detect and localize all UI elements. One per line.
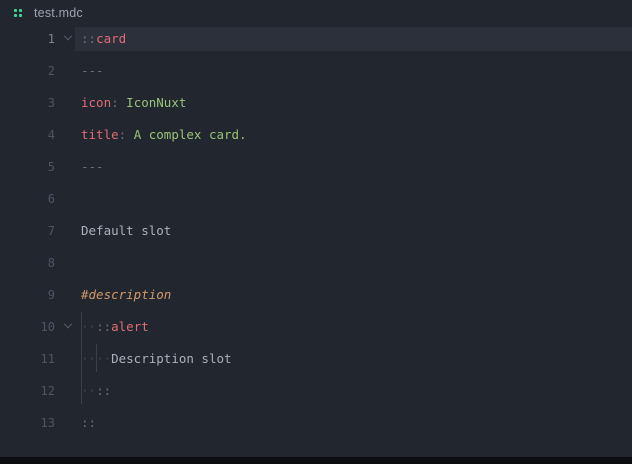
line-number[interactable]: 2 (0, 55, 55, 87)
chevron-down-icon (63, 31, 73, 41)
line-content[interactable]: ··::alert (81, 311, 632, 343)
line-number[interactable]: 6 (0, 183, 55, 215)
indent-guide (96, 344, 97, 372)
code-token: --- (81, 63, 104, 78)
line-number[interactable]: 9 (0, 279, 55, 311)
code-token: IconNuxt (118, 95, 187, 110)
code-line[interactable]: 9 #description (0, 279, 632, 311)
code-token: Default slot (81, 223, 172, 238)
code-line[interactable]: 2 --- (0, 55, 632, 87)
line-number[interactable]: 10 (0, 311, 55, 343)
line-number[interactable]: 8 (0, 247, 55, 279)
line-content[interactable]: ····Description slot (81, 343, 632, 375)
chevron-slot (55, 407, 81, 439)
whitespace-dots: ·· (81, 383, 97, 398)
fold-chevron[interactable] (55, 23, 81, 55)
code-line[interactable]: 8 (0, 247, 632, 279)
chevron-slot (55, 215, 81, 247)
code-token: :: (96, 319, 112, 334)
mdc-file-icon (14, 9, 22, 17)
line-content[interactable]: ::card (81, 23, 632, 55)
code-token: :: (81, 415, 97, 430)
chevron-slot (55, 55, 81, 87)
line-content[interactable]: title: A complex card. (81, 119, 632, 151)
line-content[interactable]: --- (81, 55, 632, 87)
code-lines: 1::card 2 --- 3 icon: IconNuxt 4 title: A comp… (0, 23, 632, 439)
code-token: --- (81, 159, 104, 174)
line-content[interactable]: ··:: (81, 375, 632, 407)
line-number[interactable]: 3 (0, 87, 55, 119)
code-token: :: (96, 383, 112, 398)
line-content[interactable]: :: (81, 407, 632, 439)
bottom-bar (0, 457, 632, 464)
code-line[interactable]: 4 title: A complex card. (0, 119, 632, 151)
line-content[interactable] (81, 183, 632, 215)
whitespace-dots: ·· (81, 319, 97, 334)
code-line[interactable]: 3 icon: IconNuxt (0, 87, 632, 119)
line-number[interactable]: 13 (0, 407, 55, 439)
chevron-slot (55, 247, 81, 279)
line-number[interactable]: 12 (0, 375, 55, 407)
chevron-slot (55, 151, 81, 183)
code-line[interactable]: 6 (0, 183, 632, 215)
code-line[interactable]: 11 ····Description slot (0, 343, 632, 375)
chevron-slot (55, 279, 81, 311)
code-token: :: (81, 31, 97, 46)
fold-chevron[interactable] (55, 311, 81, 343)
chevron-slot (55, 87, 81, 119)
editor-window: test.mdc 1::card 2 --- 3 icon: IconNuxt 4 titl… (0, 0, 632, 464)
code-line[interactable]: 7 Default slot (0, 215, 632, 247)
line-content[interactable] (81, 247, 632, 279)
code-token: icon (81, 95, 112, 110)
line-content[interactable]: --- (81, 151, 632, 183)
code-line[interactable]: 13:: (0, 407, 632, 439)
line-content[interactable]: icon: IconNuxt (81, 87, 632, 119)
indent-guide (81, 312, 82, 404)
code-token: A complex card. (126, 127, 247, 142)
line-content[interactable]: #description (81, 279, 632, 311)
chevron-down-icon (63, 319, 73, 329)
line-content[interactable]: Default slot (81, 215, 632, 247)
line-number[interactable]: 4 (0, 119, 55, 151)
code-token: title (81, 127, 119, 142)
code-token: : (111, 95, 119, 110)
code-token: #description (81, 287, 172, 302)
code-line[interactable]: 12 ··:: (0, 375, 632, 407)
code-token: alert (111, 319, 149, 334)
line-number[interactable]: 11 (0, 343, 55, 375)
chevron-slot (55, 375, 81, 407)
code-line[interactable]: 1::card (0, 23, 632, 55)
tab-filename: test.mdc (34, 6, 83, 20)
code-token: card (96, 31, 127, 46)
line-number[interactable]: 1 (0, 23, 55, 55)
chevron-slot (55, 343, 81, 375)
code-token: Description slot (111, 351, 232, 366)
code-line[interactable]: 10 ··::alert (0, 311, 632, 343)
line-number[interactable]: 5 (0, 151, 55, 183)
code-line[interactable]: 5 --- (0, 151, 632, 183)
chevron-slot (55, 119, 81, 151)
chevron-slot (55, 183, 81, 215)
line-number[interactable]: 7 (0, 215, 55, 247)
